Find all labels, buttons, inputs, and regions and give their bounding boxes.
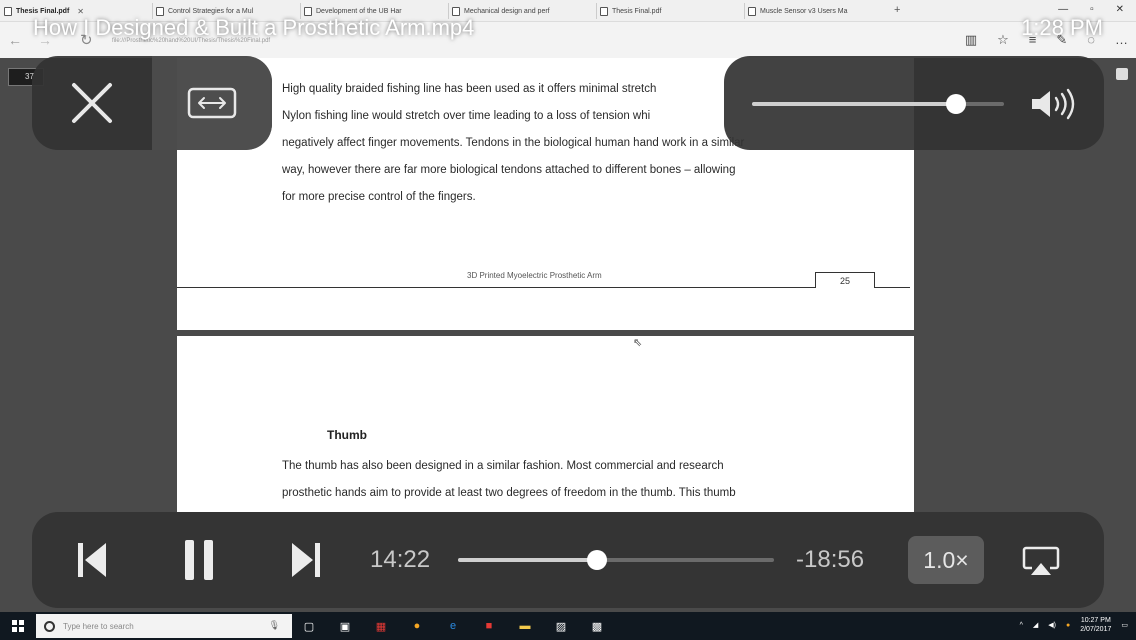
task-view-icon[interactable]: ▢ [296,616,322,636]
paragraph-line: The thumb has also been designed in a si… [282,460,724,472]
pdf-doc-icon [600,6,608,16]
tray-chevron-icon[interactable]: ^ [1020,622,1023,629]
seek-fill [458,558,598,562]
status-time: 1:28 PM [1021,15,1103,40]
more-icon[interactable]: … [1115,32,1128,48]
paragraph-line: negatively affect finger movements. Tend… [282,137,745,149]
pdf-toolbar-icon[interactable] [1116,68,1128,80]
aspect-ratio-button[interactable] [152,56,272,150]
close-icon [72,83,112,123]
volume-controls [724,56,1104,150]
clock-time: 10:27 PM [1080,617,1111,624]
network-icon[interactable]: ◢ [1033,621,1038,629]
store-icon[interactable]: ▣ [332,616,358,636]
playback-speed-button[interactable]: 1.0× [908,536,984,584]
close-player-button[interactable] [32,56,152,150]
windows-taskbar: Type here to search 🎙 ▢ ▣ ▦ ● e ■ ▬ ▨ ▩ … [0,612,1136,640]
cortana-icon [44,620,55,632]
tab-label: Development of the UB Har [316,7,402,15]
remaining-time: -18:56 [796,546,865,573]
expand-horizontal-icon [187,87,237,119]
taskbar-clock[interactable]: 10:27 PM 2/07/2017 [1080,616,1111,634]
media-app-icon[interactable]: ■ [476,616,502,636]
seek-slider[interactable] [458,550,774,570]
volume-tray-icon[interactable]: ◀) [1048,621,1056,629]
page-number: 25 [815,272,875,288]
tab-label: Muscle Sensor v3 Users Ma [760,7,848,15]
paragraph-line: way, however there are far more biologic… [282,164,736,176]
gift-app-icon[interactable]: ▦ [368,616,394,636]
pdf-doc-icon [4,6,12,16]
previous-track-icon[interactable] [76,540,108,580]
mouse-cursor-icon: ⇖ [633,337,643,349]
paragraph-line: prosthetic hands aim to provide at least… [282,487,736,499]
tab-label: Mechanical design and perf [464,7,550,15]
browser-tab[interactable]: Thesis Final.pdf [596,3,744,19]
new-tab-icon[interactable]: + [894,4,900,16]
airplay-icon[interactable] [1022,546,1060,576]
next-track-icon[interactable] [290,540,322,580]
speaker-icon[interactable] [1030,88,1080,120]
pdf-page: Thumb The thumb has also been designed i… [177,336,914,512]
volume-knob[interactable] [946,94,967,114]
maximize-icon[interactable]: ▫ [1090,4,1094,15]
file-explorer-icon[interactable]: ▬ [512,616,538,636]
favorite-star-icon[interactable]: ☆ [997,32,1009,48]
notification-dot-icon: ● [1065,621,1071,629]
photos-icon[interactable]: ▨ [548,616,574,636]
tab-label: Thesis Final.pdf [612,7,662,15]
microphone-icon[interactable]: 🎙 [269,620,280,631]
paragraph-line: High quality braided fishing line has be… [282,83,657,95]
volume-fill [752,102,957,106]
elapsed-time: 14:22 [370,546,431,573]
page-footer: 3D Printed Myoelectric Prosthetic Arm [467,271,602,280]
top-left-controls [32,56,272,150]
edge-icon[interactable]: e [440,616,466,636]
tab-label: Control Strategies for a Mul [168,7,254,15]
search-placeholder: Type here to search [63,621,134,631]
pdf-doc-icon [748,6,756,16]
video-title: How I Designed & Built a Prosthetic Arm.… [33,15,475,40]
paragraph-line: for more precise control of the fingers. [282,191,476,203]
reading-view-icon[interactable]: ▥ [965,32,977,48]
seek-knob[interactable] [587,550,608,570]
window-controls: — ▫ ✕ [1058,4,1124,15]
footer-divider [177,287,910,288]
back-arrow-icon[interactable]: ← [8,32,22,48]
film-app-icon[interactable]: ▩ [584,616,610,636]
system-tray: ^ ◢ ◀) ● 10:27 PM 2/07/2017 ▭ [1020,616,1128,634]
action-center-icon[interactable]: ▭ [1121,621,1128,629]
pause-icon[interactable] [182,538,216,582]
volume-slider[interactable] [752,94,1004,114]
chrome-icon[interactable]: ● [404,616,430,636]
taskbar-search-box[interactable]: Type here to search 🎙 [36,614,292,638]
browser-tab[interactable]: Muscle Sensor v3 Users Ma [744,3,892,19]
taskbar-apps: ▢ ▣ ▦ ● e ■ ▬ ▨ ▩ [296,616,610,636]
tab-label: Thesis Final.pdf [16,7,70,15]
windows-start-icon[interactable] [12,620,24,632]
playback-controls: 14:22 -18:56 1.0× [32,512,1104,608]
paragraph-line: Nylon fishing line would stretch over ti… [282,110,651,122]
minimize-icon[interactable]: — [1058,4,1068,15]
close-window-icon[interactable]: ✕ [1116,4,1124,15]
clock-date: 2/07/2017 [1080,626,1112,633]
section-heading: Thumb [327,428,367,442]
